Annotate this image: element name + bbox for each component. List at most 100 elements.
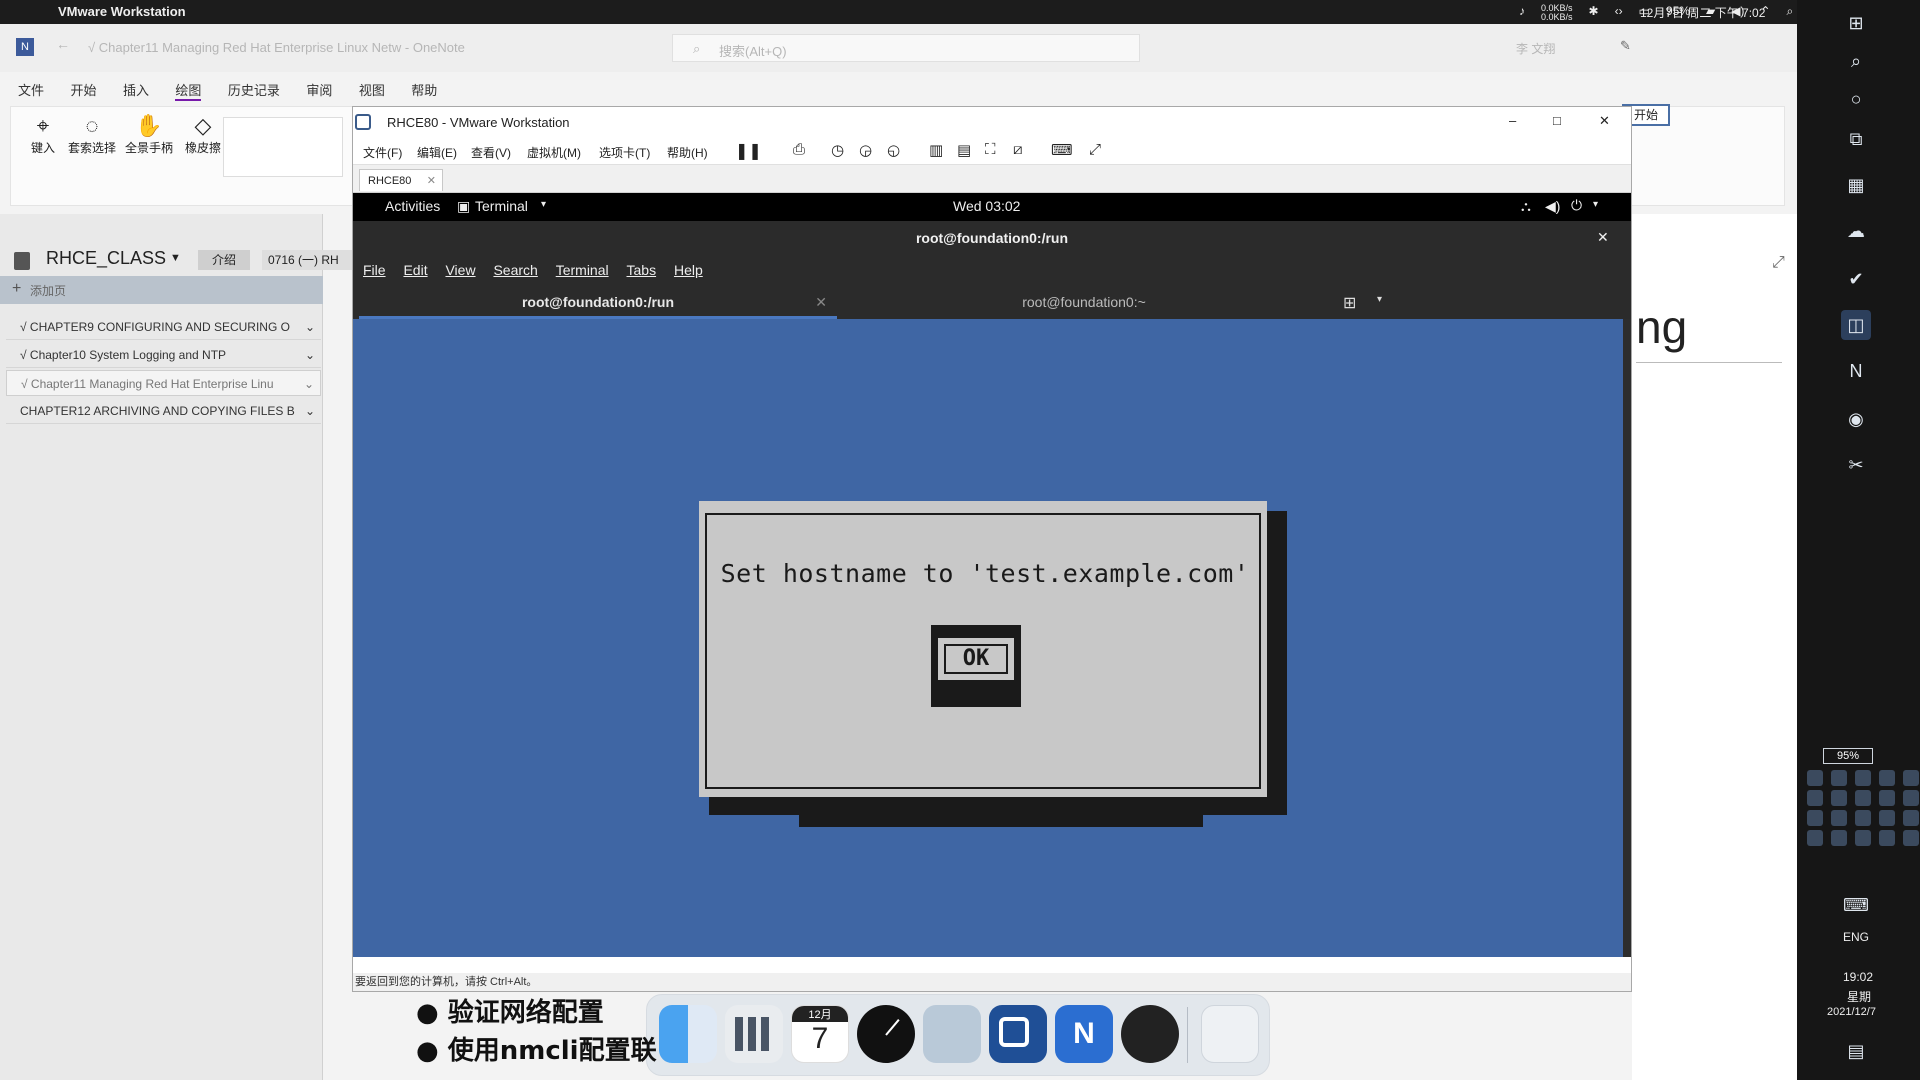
pen-gallery[interactable] [223, 117, 343, 177]
chevron-down-icon[interactable]: ▾ [1377, 294, 1382, 305]
terminal-tab-active[interactable]: root@foundation0:/run ✕ [359, 285, 837, 319]
obs-icon[interactable] [1121, 1005, 1179, 1063]
keyboard-icon[interactable]: ⌨ [1841, 890, 1871, 920]
menu-view[interactable]: 查看(V) [471, 144, 511, 161]
chevron-down-icon[interactable]: ⌄ [305, 398, 315, 424]
notification-icon[interactable]: ▤ [1841, 1036, 1871, 1066]
launchpad-icon[interactable] [725, 1005, 783, 1063]
network-app-icon[interactable]: ☁ [1841, 216, 1871, 246]
input-language[interactable]: ENG [1843, 930, 1869, 944]
menu-help[interactable]: Help [674, 262, 703, 278]
back-icon[interactable]: ← [56, 36, 70, 52]
preview-icon[interactable] [923, 1005, 981, 1063]
fullscreen-icon[interactable]: ⛶ [985, 141, 996, 158]
close-icon[interactable]: ✕ [1597, 229, 1609, 246]
stretch-icon[interactable]: ⤢ [1089, 141, 1101, 158]
guest-display[interactable]: Activities ▣ Terminal ▾ Wed 03:02 ⛬ ◀) ⏻… [353, 193, 1631, 957]
tray-icon[interactable] [1879, 810, 1895, 826]
section-tab-0716[interactable]: 0716 (一) RH [262, 250, 352, 270]
menu-edit[interactable]: 编辑(E) [417, 144, 457, 161]
menu-file[interactable]: File [363, 262, 386, 278]
clock-icon[interactable] [857, 1005, 915, 1063]
menu-home[interactable]: 开始 [70, 80, 96, 99]
minimize-icon[interactable]: – [1509, 113, 1516, 128]
snip-icon[interactable]: ✂ [1841, 450, 1871, 480]
tray-icon[interactable] [1903, 810, 1919, 826]
tray-icon[interactable] [1831, 790, 1847, 806]
tray-icon[interactable] [1831, 810, 1847, 826]
menu-file[interactable]: 文件 [18, 80, 44, 99]
tool-lasso[interactable]: ◌ 套索选择 [67, 113, 117, 183]
menu-tabs[interactable]: Tabs [627, 262, 657, 278]
thumbnail-icon[interactable]: ▤ [957, 141, 971, 159]
tool-type[interactable]: ⌖ 键入 [23, 113, 63, 183]
tray-icon[interactable] [1807, 810, 1823, 826]
chevron-down-icon[interactable]: ⌄ [304, 371, 314, 397]
todo-icon[interactable]: ✔ [1841, 264, 1871, 294]
menu-history[interactable]: 历史记录 [228, 80, 280, 99]
tray-icon[interactable] [1855, 790, 1871, 806]
calculator-icon[interactable]: ▦ [1841, 170, 1871, 200]
terminal-body[interactable]: Set hostname to 'test.example.com' OK [353, 319, 1631, 957]
activities-button[interactable]: Activities [385, 198, 440, 214]
search-icon[interactable]: ⌕ [1787, 4, 1794, 22]
tray-icon[interactable] [1831, 770, 1847, 786]
menu-view[interactable]: 视图 [359, 80, 385, 99]
tray-icon[interactable] [1903, 830, 1919, 846]
section-item[interactable]: √ Chapter10 System Logging and NTP ⌄ [6, 342, 321, 368]
terminal-scrollbar[interactable] [1623, 319, 1631, 957]
close-icon[interactable]: ✕ [1599, 113, 1610, 129]
new-tab-icon[interactable]: ⊞ [1343, 293, 1356, 313]
close-icon[interactable]: ✕ [427, 170, 436, 192]
tool-pan[interactable]: ✋ 全景手柄 [121, 113, 177, 183]
tray-icon[interactable] [1855, 770, 1871, 786]
app-menu[interactable]: Terminal [475, 198, 528, 214]
chevron-down-icon[interactable]: ▾ [541, 199, 546, 210]
chevron-down-icon[interactable]: ▼ [170, 252, 181, 264]
add-page-bar[interactable]: + 添加页 [0, 276, 323, 304]
menu-view[interactable]: View [445, 262, 475, 278]
task-view-icon[interactable]: ⧉ [1841, 124, 1871, 154]
restore-snapshot-icon[interactable]: ◶ [859, 141, 872, 159]
tray-battery[interactable]: 95% [1823, 748, 1873, 764]
chevron-down-icon[interactable]: ▾ [1593, 199, 1598, 210]
menu-help[interactable]: 帮助 [411, 80, 437, 99]
menu-tabs[interactable]: 选项卡(T) [599, 144, 650, 161]
menu-draw[interactable]: 绘图 [175, 80, 202, 101]
vmware-task-icon[interactable]: ◫ [1841, 310, 1871, 340]
terminal-tab[interactable]: root@foundation0:~ [845, 285, 1323, 319]
menu-edit[interactable]: Edit [403, 262, 427, 278]
send-keys-icon[interactable]: ⎙ [793, 141, 805, 158]
tray-icon[interactable] [1903, 790, 1919, 806]
tray-icon[interactable] [1855, 830, 1871, 846]
vmware-dock-icon[interactable] [989, 1005, 1047, 1063]
onenote-task-icon[interactable]: N [1841, 356, 1871, 386]
snapshot-icon[interactable]: ◷ [831, 141, 844, 159]
code-icon[interactable]: ‹› [1615, 4, 1623, 22]
menu-terminal[interactable]: Terminal [556, 262, 609, 278]
tray-icon[interactable] [1879, 830, 1895, 846]
network-icon[interactable]: ⛬ [1521, 198, 1531, 215]
search-icon[interactable]: ⌕ [1841, 46, 1871, 76]
tray-date[interactable]: 2021/12/7 [1827, 1006, 1876, 1018]
section-item-active[interactable]: √ Chapter11 Managing Red Hat Enterprise … [6, 370, 321, 396]
active-app-name[interactable]: VMware Workstation [58, 4, 186, 19]
vm-tab[interactable]: RHCE80 ✕ [359, 169, 443, 191]
ok-button[interactable]: OK [944, 644, 1008, 674]
tray-icon[interactable] [1807, 770, 1823, 786]
calendar-icon[interactable]: 12月 7 [791, 1005, 849, 1063]
menu-file[interactable]: 文件(F) [363, 144, 402, 161]
tray-icon[interactable] [1879, 790, 1895, 806]
close-icon[interactable]: ✕ [815, 285, 827, 319]
user-name[interactable]: 李 文翔 [1516, 40, 1555, 57]
tray-icon[interactable] [1807, 830, 1823, 846]
tray-icon[interactable] [1855, 810, 1871, 826]
section-item[interactable]: √ CHAPTER9 CONFIGURING AND SECURING O ⌄ [6, 314, 321, 340]
menu-review[interactable]: 审阅 [306, 80, 332, 99]
unity-icon[interactable]: ⧄ [1013, 141, 1023, 158]
power-icon[interactable]: ⏻ [1571, 197, 1582, 214]
pause-icon[interactable]: ❚❚ [735, 141, 762, 161]
cortana-icon[interactable]: ○ [1841, 84, 1871, 114]
menu-clock[interactable]: 12月7日 周二 下午 7:02 [1640, 4, 1765, 21]
gnome-clock[interactable]: Wed 03:02 [953, 198, 1020, 214]
